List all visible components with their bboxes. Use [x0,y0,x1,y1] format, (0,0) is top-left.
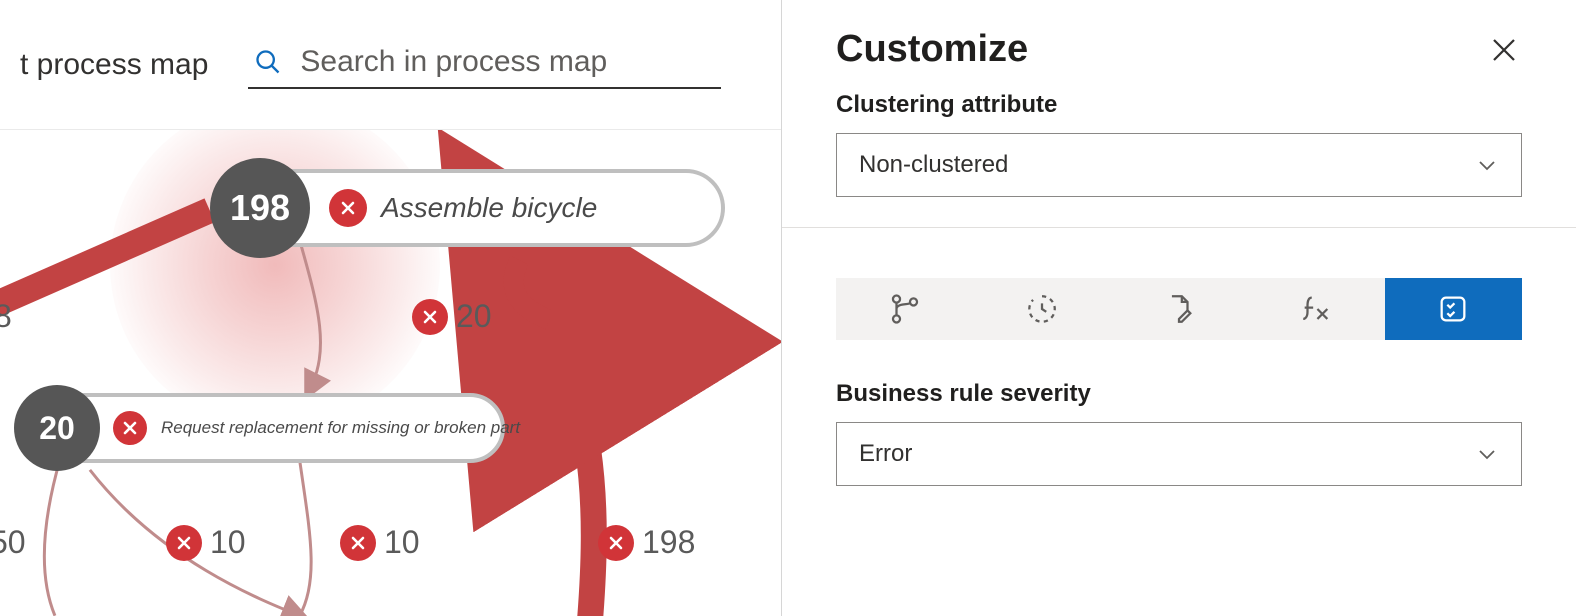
edge-value: 8 [0,298,12,335]
breadcrumb: t process map [20,48,208,82]
process-map-pane: t process map [0,0,782,616]
chevron-down-icon [1475,442,1499,466]
error-icon [412,299,448,335]
select-value: Error [859,440,912,468]
edge-label: 50 [0,524,26,561]
edge-value: 10 [210,524,246,561]
process-node[interactable]: 20 Request replacement for missing or br… [14,385,505,471]
select-value: Non-clustered [859,151,1008,179]
edge-label: 10 [166,524,246,561]
tab-checklist[interactable] [1385,278,1522,340]
clock-dashed-icon [1025,292,1059,326]
edge-value: 20 [456,298,492,335]
node-pill: Assemble bicycle [255,169,725,247]
search-input[interactable] [300,45,715,79]
error-icon [329,189,367,227]
clustering-attribute-select[interactable]: Non-clustered [836,133,1522,197]
edge-value: 50 [0,524,26,561]
edge-label: 198 [598,524,695,561]
tab-branch[interactable] [836,278,973,340]
node-label: Request replacement for missing or broke… [161,418,520,438]
chevron-down-icon [1475,153,1499,177]
close-icon [1489,35,1519,65]
divider [782,227,1576,228]
error-icon [166,525,202,561]
error-icon [113,411,147,445]
search-field[interactable] [248,41,721,89]
branch-icon [888,292,922,326]
node-pill: Request replacement for missing or broke… [45,393,505,463]
search-icon [254,48,282,76]
edge-value: 10 [384,524,420,561]
node-count-badge: 198 [210,158,310,258]
process-map-canvas[interactable]: 198 Assemble bicycle 20 Request replacem… [0,130,781,616]
business-rule-severity-select[interactable]: Error [836,422,1522,486]
edge-label: 8 [0,298,12,335]
edge-label: 20 [412,298,492,335]
business-rule-severity-label: Business rule severity [836,380,1522,408]
clustering-attribute-label: Clustering attribute [836,91,1522,119]
close-button[interactable] [1486,32,1522,68]
topbar: t process map [0,0,781,130]
customize-panel: Customize Clustering attribute Non-clust… [782,0,1576,616]
checklist-icon [1436,292,1470,326]
error-icon [340,525,376,561]
view-tabstrip [782,278,1576,340]
tab-time[interactable] [973,278,1110,340]
tab-file[interactable] [1110,278,1247,340]
function-icon [1299,292,1333,326]
error-icon [598,525,634,561]
node-label: Assemble bicycle [381,192,597,224]
process-node[interactable]: 198 Assemble bicycle [210,158,725,258]
tab-formula[interactable] [1248,278,1385,340]
edge-value: 198 [642,524,695,561]
edge-label: 10 [340,524,420,561]
node-count-badge: 20 [14,385,100,471]
file-edit-icon [1162,292,1196,326]
panel-title: Customize [836,28,1028,71]
